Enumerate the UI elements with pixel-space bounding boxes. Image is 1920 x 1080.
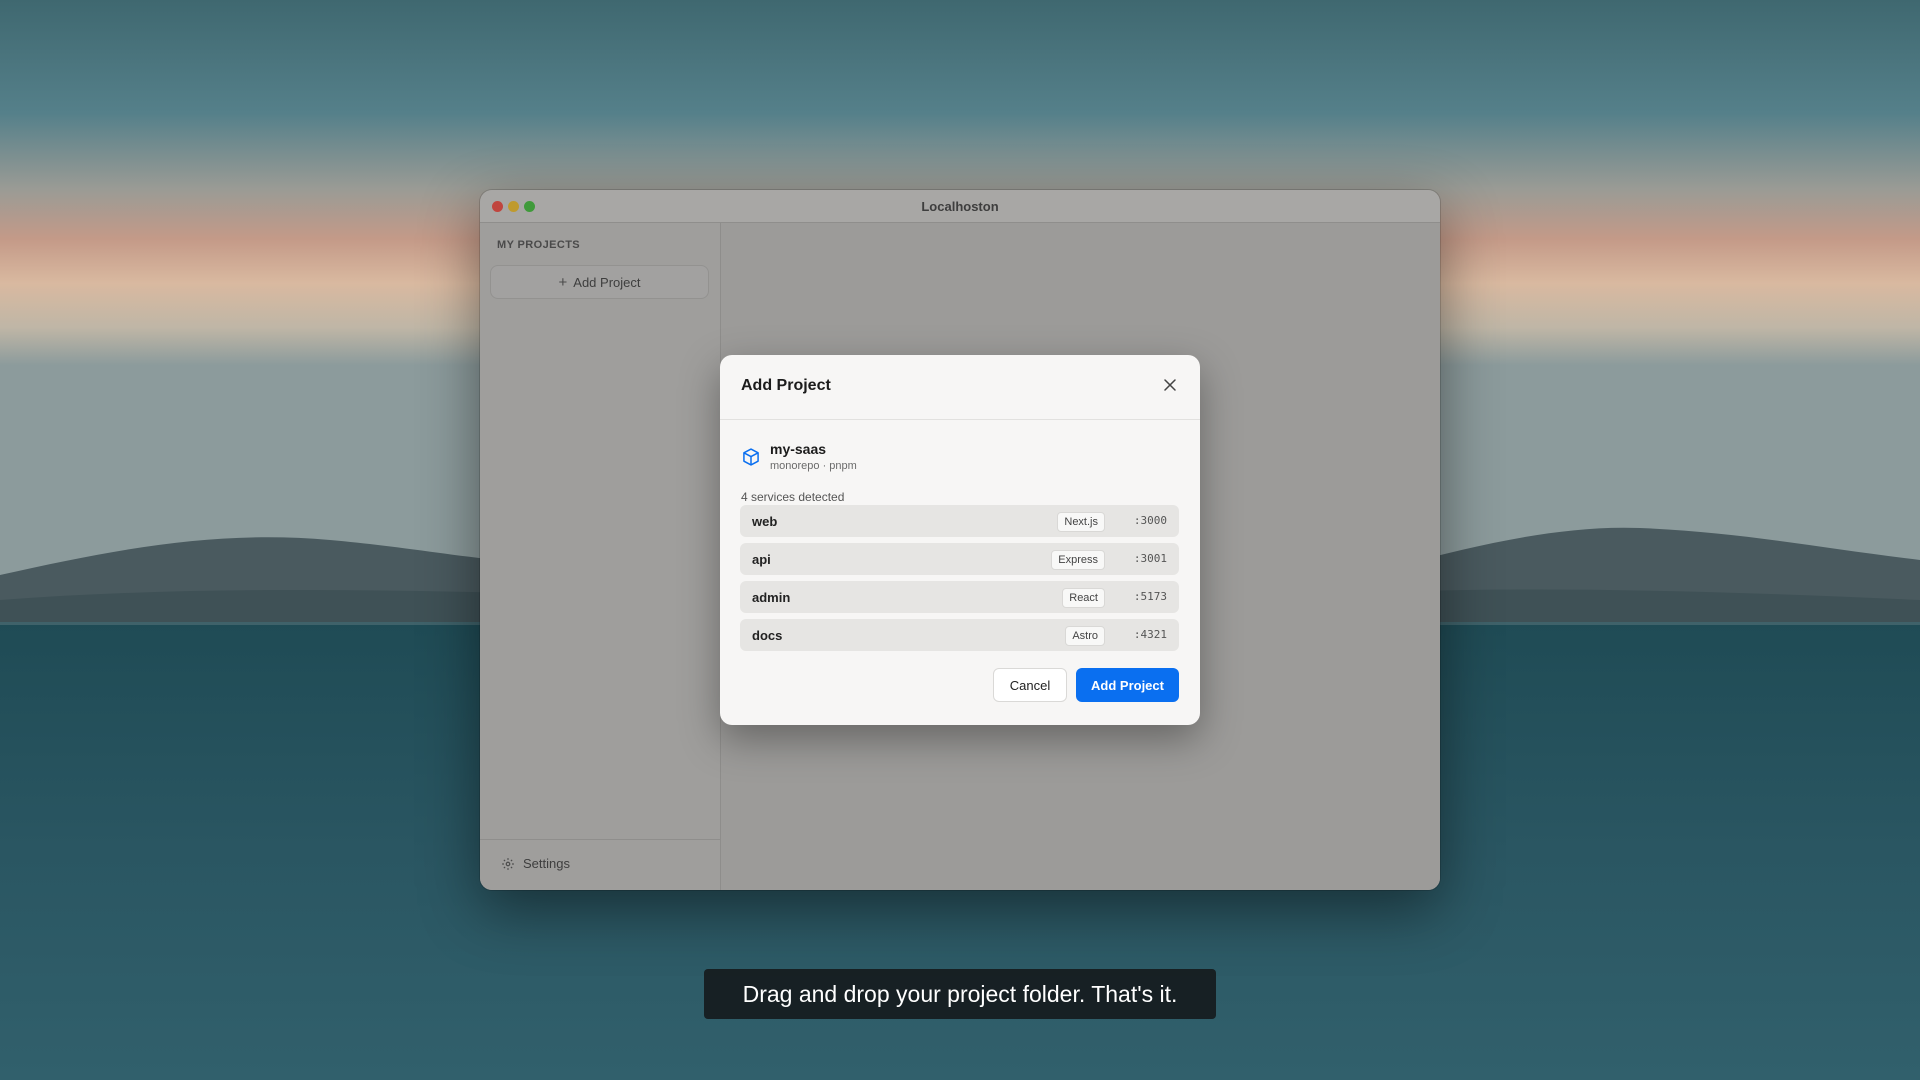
services-count-label: 4 services detected [741,490,845,504]
gear-icon [502,857,514,870]
service-port: :3000 [1133,514,1167,527]
sidebar-heading: MY PROJECTS [497,239,581,251]
package-icon [743,448,759,466]
sidebar-footer: Settings [480,839,720,890]
service-framework-badge: Astro [1065,626,1105,646]
sidebar: MY PROJECTS + Add Project Settings [480,223,721,890]
settings-label: Settings [523,856,570,871]
settings-button[interactable]: Settings [501,856,570,871]
service-port: :4321 [1133,628,1167,641]
sidebar-add-project-label: Add Project [573,274,641,290]
window-title: Localhoston [921,199,999,214]
service-row: docs Astro :4321 [740,619,1179,651]
close-icon [1164,379,1176,391]
service-framework-badge: Next.js [1057,512,1105,532]
dialog-header: Add Project [720,355,1200,420]
project-meta: monorepo · pnpm [770,460,857,472]
service-name: api [752,552,771,567]
video-caption: Drag and drop your project folder. That'… [704,969,1216,1019]
cancel-button[interactable]: Cancel [993,668,1067,702]
service-name: admin [752,590,791,605]
title-bar: Localhoston [480,190,1440,223]
dialog-close-button[interactable] [1158,373,1182,397]
service-row: admin React :5173 [740,581,1179,613]
service-framework-badge: React [1062,588,1105,608]
add-project-dialog: Add Project my-saas monorepo · pnpm 4 se… [720,355,1200,725]
service-row: api Express :3001 [740,543,1179,575]
plus-icon: + [558,273,568,291]
service-name: web [752,514,778,529]
service-row: web Next.js :3000 [740,505,1179,537]
add-project-button[interactable]: Add Project [1076,668,1179,702]
dialog-title: Add Project [741,377,831,394]
services-list: web Next.js :3000 api Express :3001 admi… [740,505,1179,657]
service-name: docs [752,628,783,643]
service-framework-badge: Express [1051,550,1105,570]
project-name: my-saas [770,441,827,457]
service-port: :5173 [1133,590,1167,603]
sidebar-add-project-button[interactable]: + Add Project [490,265,709,299]
service-port: :3001 [1133,552,1167,565]
